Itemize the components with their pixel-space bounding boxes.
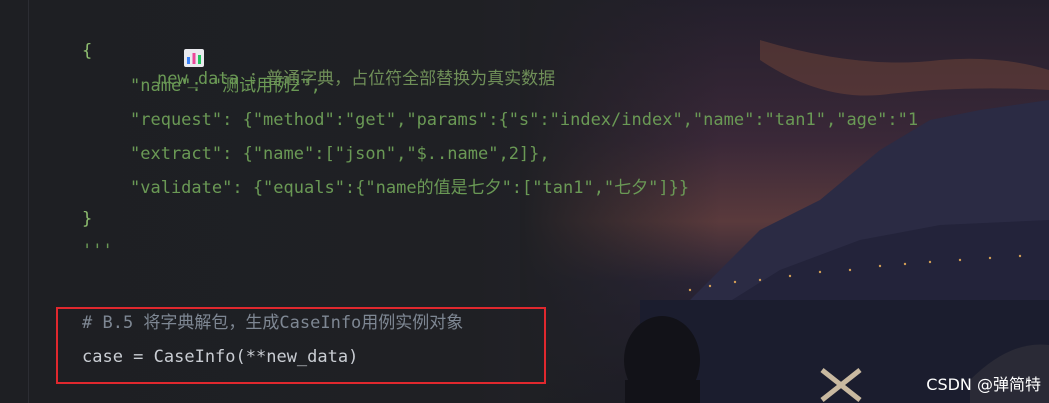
code-line-extract: "extract": {"name":["json","$..name",2]}… xyxy=(130,144,550,164)
code-line-name: "name": "测试用例2", xyxy=(130,76,321,96)
docstring-line: new_data ：普通字典，占位符全部替换为真实数据 xyxy=(82,9,555,89)
watermark: CSDN @弹简特 xyxy=(926,375,1041,394)
code-line-triple-quote: ''' xyxy=(82,241,113,261)
gutter-guide xyxy=(28,0,29,403)
code-editor[interactable]: new_data ：普通字典，占位符全部替换为真实数据 { "name": "测… xyxy=(0,0,1049,403)
bar-chart-icon xyxy=(123,29,205,67)
code-line-open-brace: { xyxy=(82,41,93,61)
code-line-validate: "validate": {"equals":{"name的值是七夕":["tan… xyxy=(130,178,690,198)
code-line-close-brace: } xyxy=(82,209,93,229)
highlight-box xyxy=(56,307,546,384)
code-line-request: "request": {"method":"get","params":{"s"… xyxy=(130,110,919,130)
